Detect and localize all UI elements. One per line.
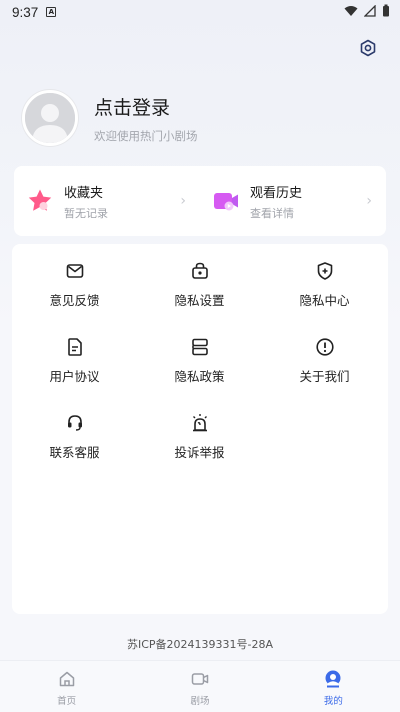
wifi-icon: [344, 5, 358, 16]
tab-profile[interactable]: 我的: [267, 661, 400, 712]
grid-item-about-us[interactable]: 关于我们: [262, 332, 387, 388]
info-icon: [314, 336, 336, 358]
grid-label: 用户协议: [49, 369, 100, 384]
grid-label: 隐私政策: [174, 369, 225, 384]
avatar[interactable]: [22, 90, 78, 146]
chevron-right-icon: ›: [180, 193, 186, 209]
tab-home[interactable]: 首页: [0, 661, 133, 712]
status-time: 9:37: [12, 4, 39, 20]
tab-theater[interactable]: 剧场: [133, 661, 266, 712]
history-subtitle: 查看详情: [250, 206, 294, 220]
signal-icon: [364, 4, 376, 17]
grid-label: 投诉举报: [174, 445, 225, 460]
login-profile[interactable]: 点击登录 欢迎使用热门小剧场: [22, 90, 198, 146]
home-icon: [57, 669, 77, 689]
history-title: 观看历史: [250, 185, 303, 201]
grid-label: 关于我们: [299, 369, 350, 384]
profile-icon: [323, 669, 343, 689]
favorites-title: 收藏夹: [64, 185, 104, 201]
tab-label: 首页: [57, 696, 77, 707]
battery-icon: [383, 4, 389, 17]
star-icon: [28, 189, 52, 211]
grid-item-privacy-center[interactable]: 隐私中心: [262, 256, 387, 312]
theater-icon: [190, 669, 210, 689]
tab-label: 剧场: [190, 696, 210, 707]
chevron-right-icon: ›: [366, 193, 372, 209]
grid-label: 隐私中心: [299, 293, 350, 308]
grid-label: 意见反馈: [49, 293, 100, 308]
settings-button[interactable]: [356, 36, 380, 60]
tab-label: 我的: [323, 696, 343, 707]
grid-label: 隐私设置: [174, 293, 225, 308]
favorites-card[interactable]: 收藏夹 暂无记录 ›: [14, 166, 200, 236]
status-icons: [344, 4, 390, 17]
status-bar: 9:37 A: [0, 0, 400, 24]
login-subtitle: 欢迎使用热门小剧场: [94, 128, 198, 143]
shield-plus-icon: [314, 260, 336, 282]
quick-cards: 收藏夹 暂无记录 › 观看历史 查看详情 ›: [14, 166, 386, 236]
services-panel: 意见反馈 隐私设置 隐私中心 用户协议 隐私政策 关于我们 联系客服 投诉举报: [12, 244, 388, 614]
grid-item-feedback[interactable]: 意见反馈: [12, 256, 137, 312]
default-avatar-icon: [25, 93, 75, 143]
settings-hex-icon: [360, 39, 376, 57]
bottom-tab-bar: 首页 剧场 我的: [0, 660, 400, 712]
grid-label: 联系客服: [49, 445, 100, 460]
grid-item-customer-service[interactable]: 联系客服: [12, 408, 137, 464]
lock-icon: [189, 260, 211, 282]
favorites-subtitle: 暂无记录: [64, 206, 108, 220]
notification-icon: A: [46, 7, 57, 17]
grid-item-privacy-policy[interactable]: 隐私政策: [137, 332, 262, 388]
policy-icon: [189, 336, 211, 358]
grid-item-report[interactable]: 投诉举报: [137, 408, 262, 464]
history-card[interactable]: 观看历史 查看详情 ›: [200, 166, 386, 236]
headset-icon: [64, 412, 86, 434]
login-title[interactable]: 点击登录: [94, 93, 198, 120]
mail-icon: [64, 260, 86, 282]
services-grid: 意见反馈 隐私设置 隐私中心 用户协议 隐私政策 关于我们 联系客服 投诉举报: [12, 256, 388, 464]
document-icon: [64, 336, 86, 358]
icp-license: 苏ICP备2024139331号-28A: [126, 638, 274, 651]
alarm-icon: [189, 412, 211, 434]
grid-item-user-agreement[interactable]: 用户协议: [12, 332, 137, 388]
grid-item-privacy-settings[interactable]: 隐私设置: [137, 256, 262, 312]
video-icon: [214, 193, 238, 211]
